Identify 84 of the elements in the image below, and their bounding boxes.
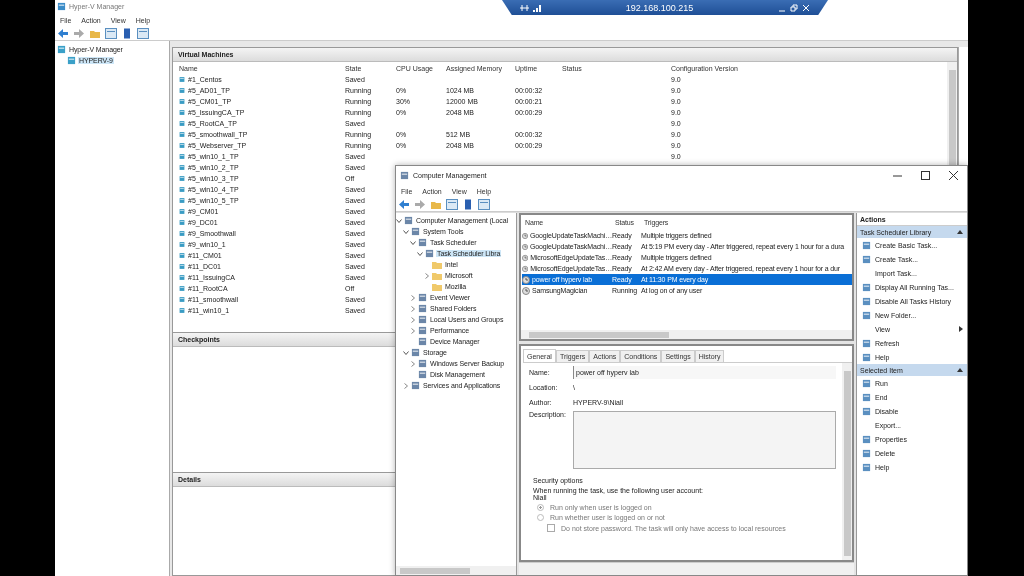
folder-icon[interactable] (89, 28, 101, 39)
command-icon (862, 352, 871, 362)
snap-in-icon (418, 326, 427, 335)
command-icon (862, 254, 871, 264)
scrollbar[interactable] (842, 363, 852, 560)
snap-in-icon (411, 227, 420, 236)
vm-icon (179, 141, 185, 150)
app-icon (400, 170, 409, 180)
vm-icon (179, 295, 185, 304)
snap-in-icon (404, 216, 413, 225)
collapse-icon[interactable] (957, 368, 963, 372)
snap-in-icon (425, 249, 434, 258)
signal-icon (533, 3, 541, 12)
forward-arrow-icon[interactable] (73, 28, 85, 39)
snap-in-icon (418, 293, 427, 302)
snap-in-icon (418, 359, 427, 368)
clock-icon (522, 275, 530, 284)
vm-icon (179, 273, 185, 282)
snap-in-icon (411, 348, 420, 357)
vm-icon (179, 174, 185, 183)
vm-icon (179, 229, 185, 238)
command-icon (862, 378, 871, 388)
command-icon (862, 406, 871, 416)
description-field[interactable] (573, 411, 836, 469)
snap-in-icon (418, 315, 427, 324)
clock-icon (522, 231, 529, 240)
server-icon (67, 56, 76, 65)
clock-icon (522, 242, 529, 251)
back-arrow-icon[interactable] (398, 199, 410, 210)
vm-icon (179, 306, 185, 315)
pin-icon[interactable] (520, 3, 529, 12)
command-icon (862, 462, 871, 472)
snap-in-icon (418, 370, 427, 379)
clock-icon (522, 264, 529, 273)
command-icon (862, 448, 871, 458)
command-icon (862, 240, 871, 250)
command-icon (862, 338, 871, 348)
command-icon (862, 310, 871, 320)
vm-icon (179, 75, 185, 84)
clock-icon (522, 286, 530, 295)
maximize-icon[interactable] (920, 170, 930, 180)
vm-icon (179, 196, 185, 205)
vm-icon (179, 185, 185, 194)
back-arrow-icon[interactable] (57, 28, 69, 39)
clock-icon (522, 253, 529, 262)
radio-button[interactable] (537, 514, 544, 521)
command-icon (862, 282, 871, 292)
vm-icon (179, 163, 185, 172)
command-icon (862, 434, 871, 444)
vm-icon (179, 240, 185, 249)
close-icon[interactable] (948, 170, 958, 180)
vm-icon (179, 119, 185, 128)
vm-icon (179, 284, 185, 293)
collapse-icon[interactable] (957, 230, 963, 234)
checkbox[interactable] (547, 524, 555, 532)
vm-icon (179, 108, 185, 117)
connection-title: 192.168.100.215 (624, 2, 695, 13)
restore-icon[interactable] (790, 3, 798, 12)
forward-arrow-icon[interactable] (414, 199, 426, 210)
pane-icon[interactable] (137, 28, 149, 39)
snap-in-icon (418, 238, 427, 247)
snap-in-icon (418, 304, 427, 313)
expander-icon[interactable] (403, 382, 409, 389)
pane-icon[interactable] (478, 199, 490, 210)
vm-icon (179, 207, 185, 216)
snap-in-icon (411, 381, 420, 390)
vm-icon (179, 251, 185, 260)
command-icon (862, 392, 871, 402)
pane-icon[interactable] (446, 199, 458, 210)
snap-in-icon (418, 337, 427, 346)
vm-icon (179, 218, 185, 227)
scrollbar[interactable] (396, 566, 516, 575)
vm-icon (179, 262, 185, 271)
radio-button[interactable] (537, 504, 544, 511)
submenu-arrow-icon[interactable] (959, 326, 963, 332)
scrollbar[interactable] (521, 330, 852, 339)
expander-icon[interactable] (424, 272, 430, 279)
pane-icon[interactable] (105, 28, 117, 39)
vm-icon (179, 152, 185, 161)
folder-icon[interactable] (430, 199, 442, 210)
vm-icon (179, 86, 185, 95)
command-icon (862, 296, 871, 306)
vm-icon (179, 130, 185, 139)
vm-icon (179, 97, 185, 106)
